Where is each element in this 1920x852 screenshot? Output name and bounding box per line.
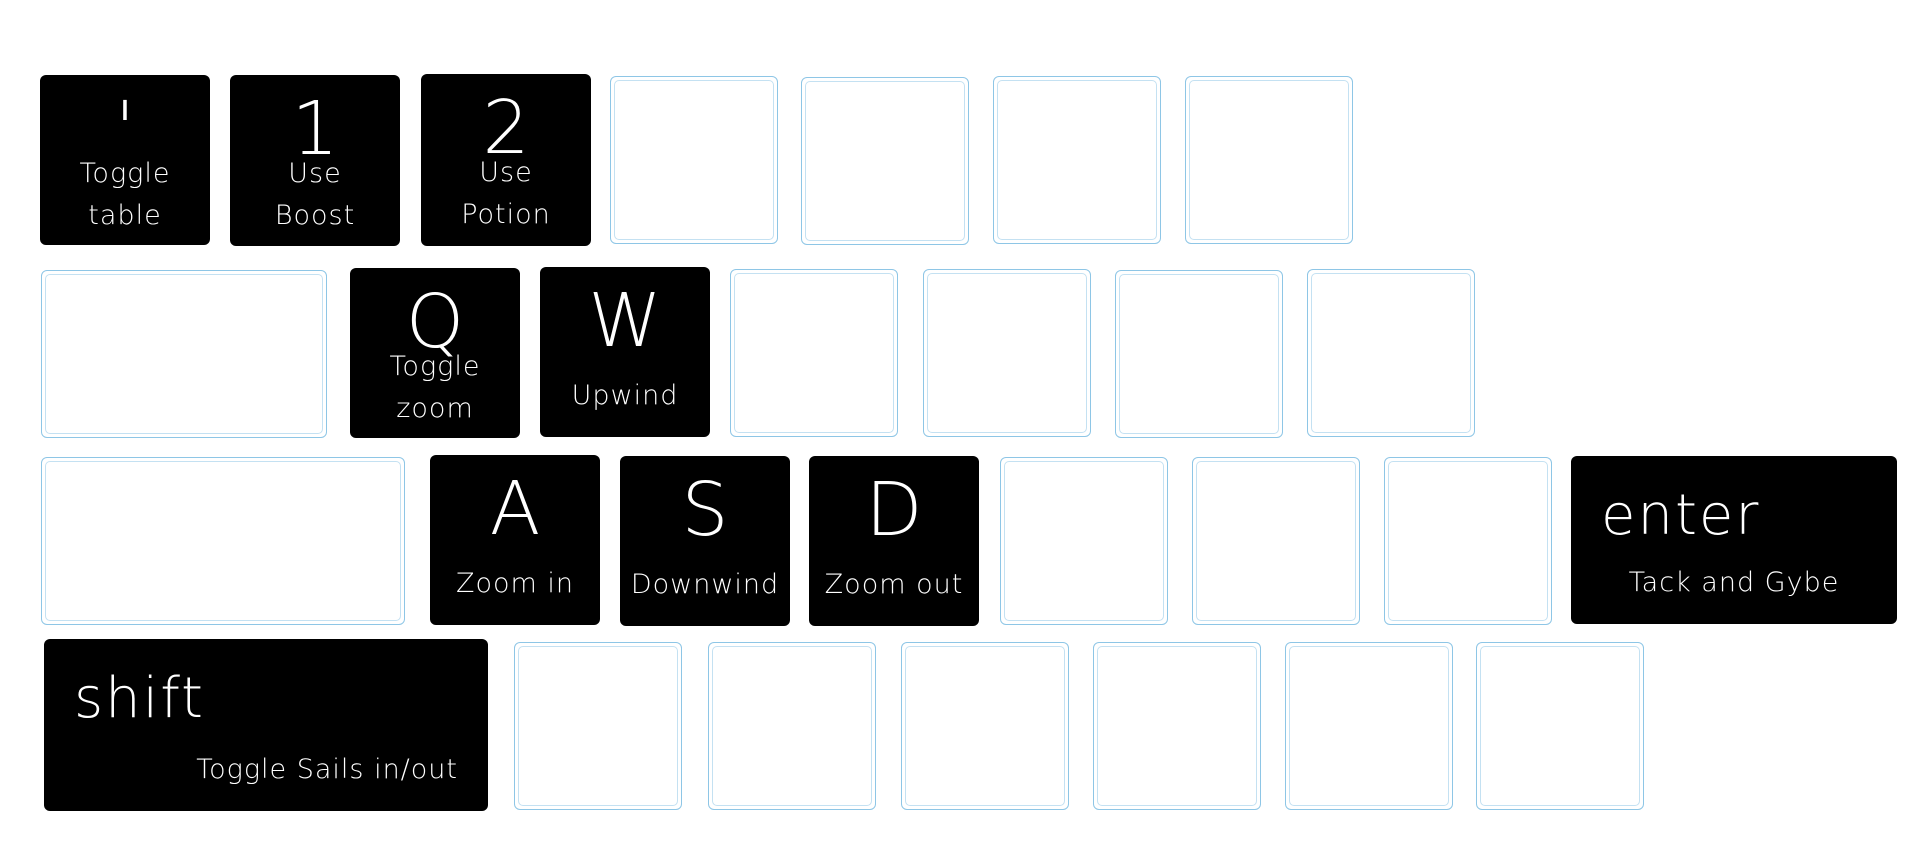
key-1[interactable]: 1 Use Boost bbox=[230, 75, 400, 246]
key-shift-glyph: shift bbox=[74, 666, 205, 731]
empty-key[interactable] bbox=[1000, 457, 1168, 625]
empty-key[interactable] bbox=[730, 269, 898, 437]
key-q-action-line2: zoom bbox=[396, 393, 474, 424]
empty-key[interactable] bbox=[801, 77, 969, 245]
empty-key[interactable] bbox=[901, 642, 1069, 810]
key-enter[interactable]: enter Tack and Gybe bbox=[1571, 456, 1897, 624]
empty-key[interactable] bbox=[1476, 642, 1644, 810]
key-2-action-line2: Potion bbox=[461, 199, 551, 230]
key-s-action: Downwind bbox=[630, 569, 780, 600]
empty-key[interactable] bbox=[1192, 457, 1360, 625]
key-apostrophe[interactable]: ' Toggle table bbox=[40, 75, 210, 245]
key-apostrophe-action-line2: table bbox=[88, 200, 162, 231]
key-w[interactable]: W Upwind bbox=[540, 267, 710, 437]
key-w-action: Upwind bbox=[571, 380, 679, 411]
empty-key[interactable] bbox=[514, 642, 682, 810]
empty-key[interactable] bbox=[610, 76, 778, 244]
key-2[interactable]: 2 Use Potion bbox=[421, 74, 591, 246]
key-w-glyph: W bbox=[588, 278, 662, 364]
key-d[interactable]: D Zoom out bbox=[809, 456, 979, 626]
key-shift[interactable]: shift Toggle Sails in/out bbox=[44, 639, 488, 811]
key-1-action-line2: Boost bbox=[274, 200, 356, 231]
key-s[interactable]: S Downwind bbox=[620, 456, 790, 626]
key-2-action: Use Potion bbox=[421, 152, 591, 236]
empty-key[interactable] bbox=[1285, 642, 1453, 810]
key-q[interactable]: Q Toggle zoom bbox=[350, 268, 520, 438]
empty-key-caps[interactable] bbox=[41, 457, 405, 625]
empty-key[interactable] bbox=[1115, 270, 1283, 438]
key-2-action-line1: Use bbox=[479, 157, 533, 188]
key-enter-glyph: enter bbox=[1601, 483, 1761, 548]
key-a-glyph: A bbox=[489, 466, 541, 552]
empty-key[interactable] bbox=[1093, 642, 1261, 810]
empty-key[interactable] bbox=[1307, 269, 1475, 437]
empty-key[interactable] bbox=[1185, 76, 1353, 244]
empty-key[interactable] bbox=[923, 269, 1091, 437]
key-enter-action: Tack and Gybe bbox=[1628, 567, 1840, 598]
keyboard-layout: ' Toggle table 1 Use Boost 2 Use Potion … bbox=[0, 0, 1920, 852]
key-q-action-line1: Toggle bbox=[389, 351, 481, 382]
key-a-action: Zoom in bbox=[455, 568, 575, 599]
key-shift-action: Toggle Sails in/out bbox=[196, 754, 458, 785]
key-apostrophe-action: Toggle table bbox=[40, 153, 210, 237]
key-d-action: Zoom out bbox=[824, 569, 964, 600]
empty-key[interactable] bbox=[993, 76, 1161, 244]
key-1-action-line1: Use bbox=[288, 158, 342, 189]
key-1-action: Use Boost bbox=[230, 153, 400, 237]
key-s-glyph: S bbox=[681, 467, 729, 553]
key-d-glyph: D bbox=[865, 467, 923, 553]
key-apostrophe-action-line1: Toggle bbox=[79, 158, 171, 189]
key-a[interactable]: A Zoom in bbox=[430, 455, 600, 625]
empty-key[interactable] bbox=[708, 642, 876, 810]
empty-key-tab[interactable] bbox=[41, 270, 327, 438]
empty-key[interactable] bbox=[1384, 457, 1552, 625]
key-q-action: Toggle zoom bbox=[350, 346, 520, 430]
